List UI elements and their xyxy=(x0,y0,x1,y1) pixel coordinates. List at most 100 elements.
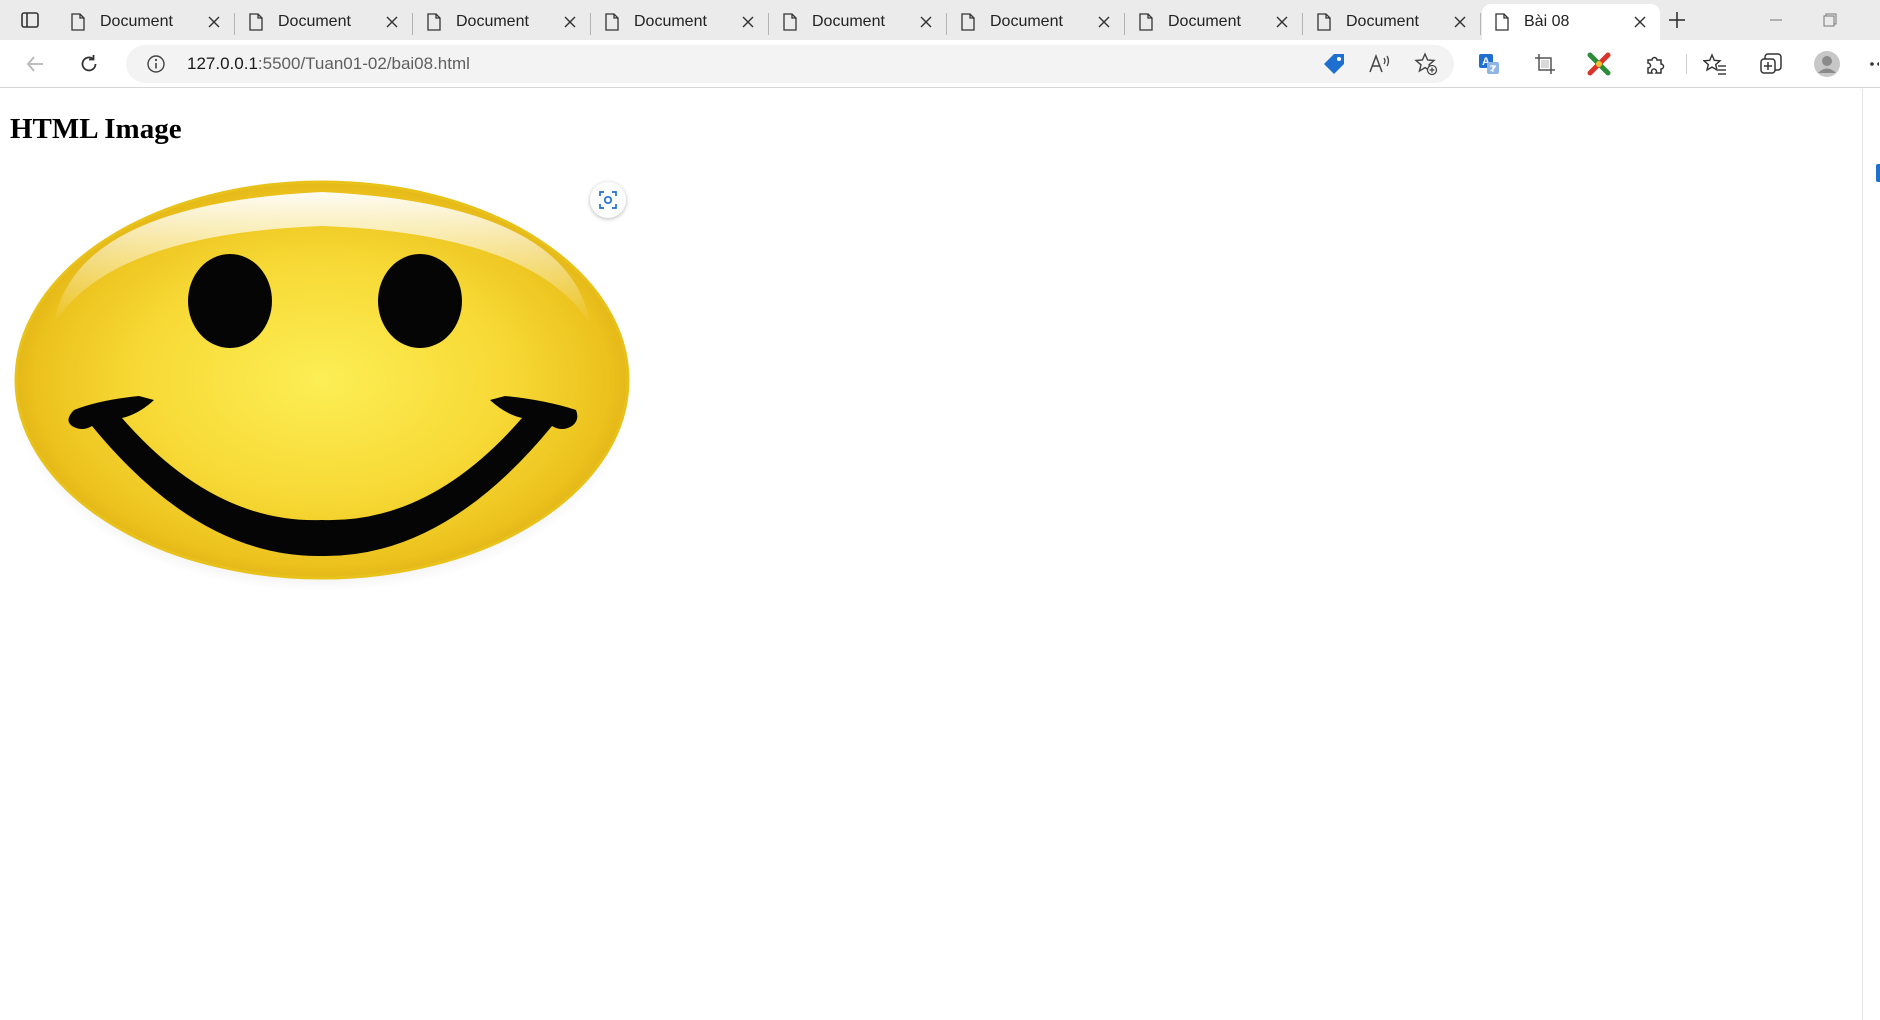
tab-title: Document xyxy=(990,13,1063,30)
plus-icon xyxy=(1669,12,1685,28)
back-button[interactable] xyxy=(18,48,52,80)
tab-active[interactable]: Bài 08 xyxy=(1482,4,1660,40)
close-icon xyxy=(1634,16,1646,28)
minimize-button[interactable] xyxy=(1762,6,1790,34)
tab-title: Document xyxy=(812,13,885,30)
back-arrow-icon xyxy=(26,56,43,72)
close-icon xyxy=(920,16,932,28)
tab-title: Document xyxy=(1346,13,1419,30)
tab-actions-button[interactable] xyxy=(14,6,46,34)
tab[interactable]: Document xyxy=(236,4,413,40)
extension-tool-button[interactable] xyxy=(1582,48,1616,80)
refresh-icon xyxy=(81,55,97,72)
tab-title: Document xyxy=(634,13,707,30)
extensions-button[interactable] xyxy=(1638,48,1672,80)
document-icon xyxy=(249,13,263,31)
tab[interactable]: Document xyxy=(770,4,947,40)
new-tab-button[interactable] xyxy=(1662,6,1692,34)
visual-search-icon xyxy=(599,191,617,209)
page-heading: HTML Image xyxy=(10,113,182,145)
document-icon xyxy=(605,13,619,31)
translate-button[interactable]: A xyxy=(1472,48,1506,80)
document-icon xyxy=(1495,13,1509,31)
tab-separator xyxy=(1480,13,1481,35)
tab-title: Bài 08 xyxy=(1524,13,1570,30)
tab-close-button[interactable] xyxy=(1452,14,1468,30)
tab-close-button[interactable] xyxy=(206,14,222,30)
tab-separator xyxy=(946,13,947,35)
collections-button[interactable] xyxy=(1754,48,1788,80)
close-icon xyxy=(742,16,754,28)
web-capture-button[interactable] xyxy=(1528,48,1562,80)
tab[interactable]: Document xyxy=(948,4,1125,40)
favorites-icon xyxy=(1703,53,1726,75)
url-text[interactable]: 127.0.0.1:5500/Tuan01-02/bai08.html xyxy=(187,54,470,74)
read-aloud-button[interactable] xyxy=(1364,49,1396,79)
visual-search-button[interactable] xyxy=(590,182,626,218)
web-capture-icon xyxy=(1535,54,1555,74)
sidebar-indicator xyxy=(1876,164,1880,182)
vertical-scrollbar[interactable] xyxy=(1862,89,1880,1020)
document-icon xyxy=(961,13,975,31)
tab-separator xyxy=(1302,13,1303,35)
extensions-puzzle-icon xyxy=(1647,56,1665,74)
favorites-button[interactable] xyxy=(1698,48,1732,80)
document-icon xyxy=(427,13,441,31)
profile-button[interactable] xyxy=(1810,48,1844,80)
more-icon xyxy=(1870,62,1879,66)
smiley-image[interactable] xyxy=(14,174,630,590)
tab[interactable]: Document xyxy=(58,4,235,40)
document-icon xyxy=(783,13,797,31)
tab[interactable]: Document xyxy=(592,4,769,40)
browser-toolbar: 127.0.0.1:5500/Tuan01-02/bai08.html A xyxy=(0,40,1880,88)
more-button[interactable] xyxy=(1858,48,1880,80)
tab-strip: Document Document Document Document Document… xyxy=(0,0,1880,40)
restore-button[interactable] xyxy=(1816,6,1844,34)
close-icon xyxy=(208,16,220,28)
tab-close-button[interactable] xyxy=(1274,14,1290,30)
tab-separator xyxy=(412,13,413,35)
address-bar[interactable]: 127.0.0.1:5500/Tuan01-02/bai08.html xyxy=(126,45,1454,83)
extension-tool-icon xyxy=(1587,52,1611,76)
add-favorite-button[interactable] xyxy=(1410,49,1442,79)
collections-icon xyxy=(1760,53,1782,74)
tab-close-button[interactable] xyxy=(1096,14,1112,30)
close-icon xyxy=(564,16,576,28)
minimize-icon xyxy=(1770,19,1782,21)
tab-close-button[interactable] xyxy=(918,14,934,30)
close-icon xyxy=(1098,16,1110,28)
tab-title: Document xyxy=(456,13,529,30)
tab-actions-icon xyxy=(21,12,39,28)
read-aloud-icon xyxy=(1369,53,1390,73)
close-icon xyxy=(386,16,398,28)
refresh-button[interactable] xyxy=(72,48,106,80)
close-icon xyxy=(1454,16,1466,28)
url-host: 127.0.0.1 xyxy=(187,54,258,73)
tab-close-button[interactable] xyxy=(1632,14,1648,30)
tab-close-button[interactable] xyxy=(384,14,400,30)
tab[interactable]: Document xyxy=(1126,4,1303,40)
tab-separator xyxy=(768,13,769,35)
tab-separator xyxy=(234,13,235,35)
tab-title: Document xyxy=(278,13,351,30)
close-icon xyxy=(1276,16,1288,28)
tab-close-button[interactable] xyxy=(740,14,756,30)
profile-avatar-icon xyxy=(1814,51,1840,77)
tab-separator xyxy=(590,13,591,35)
document-icon xyxy=(1139,13,1153,31)
document-icon xyxy=(71,13,85,31)
document-icon xyxy=(1317,13,1331,31)
shopping-button[interactable] xyxy=(1318,49,1350,79)
toolbar-divider xyxy=(1686,54,1687,74)
shopping-tag-icon xyxy=(1324,54,1344,74)
tab[interactable]: Document xyxy=(1304,4,1481,40)
tab-separator xyxy=(1124,13,1125,35)
tab[interactable]: Document xyxy=(414,4,591,40)
translate-icon: A xyxy=(1479,54,1499,74)
url-path: :5500/Tuan01-02/bai08.html xyxy=(257,54,470,73)
page-viewport: HTML Image xyxy=(0,89,1862,1020)
tab-close-button[interactable] xyxy=(562,14,578,30)
tab-title: Document xyxy=(1168,13,1241,30)
info-icon[interactable] xyxy=(146,54,166,74)
restore-icon xyxy=(1823,13,1837,27)
